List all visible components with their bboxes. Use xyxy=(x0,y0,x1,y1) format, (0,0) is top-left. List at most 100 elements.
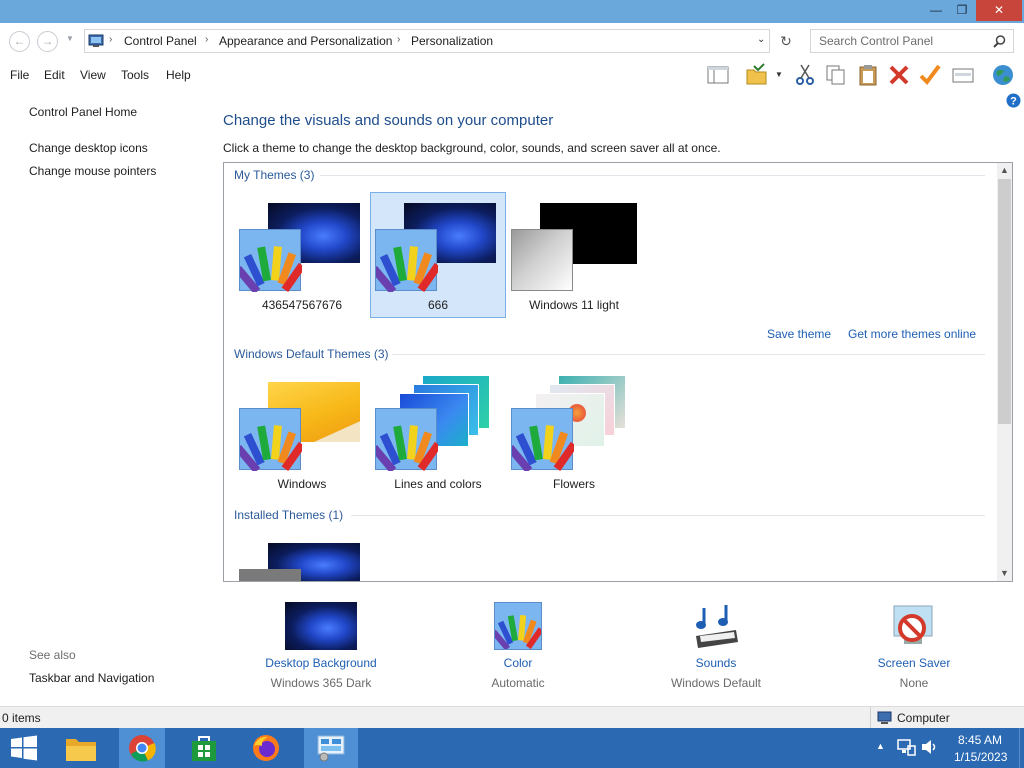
start-windows-icon[interactable] xyxy=(10,735,38,761)
globe-icon[interactable] xyxy=(990,62,1016,88)
desktop-background-label[interactable]: Desktop Background xyxy=(246,656,396,670)
taskbar-firefox[interactable] xyxy=(243,728,289,768)
theme-tile-lines-and-colors[interactable]: Lines and colors xyxy=(370,371,506,497)
search-placeholder: Search Control Panel xyxy=(819,34,934,48)
menu-tools[interactable]: Tools xyxy=(121,68,149,82)
checkmark-icon[interactable] xyxy=(917,62,943,88)
help-icon[interactable]: ? xyxy=(1006,93,1021,108)
minimize-button[interactable]: — xyxy=(922,0,950,21)
breadcrumb-appearance[interactable]: Appearance and Personalization xyxy=(219,34,392,48)
computer-icon xyxy=(877,711,892,724)
default-themes-heading: Windows Default Themes (3) xyxy=(234,347,389,361)
theme-name: 436547567676 xyxy=(261,298,343,312)
svg-text:?: ? xyxy=(1010,96,1017,108)
menu-file[interactable]: File xyxy=(10,68,29,82)
address-dropdown-icon[interactable]: ⌄ xyxy=(757,34,765,45)
color-palette-icon xyxy=(370,408,442,474)
clock-time[interactable]: 8:45 AM xyxy=(958,733,1002,747)
screen-saver-label[interactable]: Screen Saver xyxy=(839,656,989,670)
theme-tile-flowers[interactable]: Flowers xyxy=(506,371,642,497)
restore-icon: ❐ xyxy=(956,3,968,17)
theme-list[interactable]: My Themes (3) 436547567676 666 Windows 1… xyxy=(223,162,1013,582)
volume-icon[interactable] xyxy=(920,738,940,756)
color-palette-icon xyxy=(234,408,306,474)
close-button[interactable]: ✕ xyxy=(976,0,1022,21)
taskbar-chrome[interactable] xyxy=(119,728,165,768)
address-bar[interactable]: › Control Panel › Appearance and Persona… xyxy=(84,29,770,53)
theme-tile-666[interactable]: 666 xyxy=(370,192,506,318)
my-themes-heading: My Themes (3) xyxy=(234,168,315,182)
color-setting[interactable]: Color Automatic xyxy=(443,600,593,690)
save-theme-link[interactable]: Save theme xyxy=(767,327,831,341)
scroll-down-icon[interactable]: ▼ xyxy=(1000,568,1009,578)
forward-button[interactable]: → xyxy=(37,31,58,52)
taskbar-store[interactable] xyxy=(181,728,227,768)
control-panel-home-link[interactable]: Control Panel Home xyxy=(29,105,137,119)
color-swatch-partial xyxy=(239,569,301,581)
menu-help[interactable]: Help xyxy=(166,68,191,82)
color-palette-icon xyxy=(506,408,578,474)
folder-options-icon[interactable] xyxy=(744,62,770,88)
search-icon[interactable] xyxy=(993,35,1006,48)
clock-date[interactable]: 1/15/2023 xyxy=(954,750,1007,764)
paste-icon[interactable] xyxy=(855,62,881,88)
color-palette-icon xyxy=(370,229,442,295)
cut-icon[interactable] xyxy=(792,62,818,88)
installed-themes-heading: Installed Themes (1) xyxy=(234,508,344,522)
theme-tile-windows-11-light[interactable]: Windows 11 light xyxy=(506,192,642,318)
color-palette-icon xyxy=(234,229,306,295)
layout-pane-icon[interactable] xyxy=(705,62,731,88)
sounds-label[interactable]: Sounds xyxy=(641,656,791,670)
scroll-up-icon[interactable]: ▲ xyxy=(1000,165,1009,175)
theme-name: Lines and colors xyxy=(394,477,482,491)
color-icon xyxy=(491,602,544,651)
screen-saver-setting[interactable]: Screen Saver None xyxy=(839,600,989,690)
taskbar-file-explorer[interactable] xyxy=(58,728,104,768)
theme-tile-windows[interactable]: Windows xyxy=(234,371,370,497)
refresh-button[interactable]: ↻ xyxy=(776,33,796,51)
minimize-icon: — xyxy=(930,3,942,17)
close-icon: ✕ xyxy=(993,3,1005,17)
change-desktop-icons-link[interactable]: Change desktop icons xyxy=(29,141,148,155)
folder-icon xyxy=(66,739,96,761)
menu-edit[interactable]: Edit xyxy=(44,68,65,82)
scrollbar-thumb[interactable] xyxy=(998,179,1011,424)
back-button[interactable]: ← xyxy=(9,31,30,52)
status-bar: 0 items Computer xyxy=(0,706,1024,728)
sounds-setting[interactable]: Sounds Windows Default xyxy=(641,600,791,690)
taskbar-control-panel[interactable] xyxy=(304,728,358,768)
search-input[interactable]: Search Control Panel xyxy=(810,29,1014,53)
color-label[interactable]: Color xyxy=(443,656,593,670)
menu-view[interactable]: View xyxy=(80,68,106,82)
folder-options-dropdown-icon[interactable]: ▼ xyxy=(775,70,783,79)
delete-icon[interactable] xyxy=(886,62,912,88)
group-divider xyxy=(392,354,985,355)
theme-name: Windows 11 light xyxy=(529,298,619,312)
desktop-background-setting[interactable]: Desktop Background Windows 365 Dark xyxy=(246,600,396,690)
theme-tile-436547567676[interactable]: 436547567676 xyxy=(234,192,370,318)
recent-pages-chevron-icon[interactable]: ▼ xyxy=(66,34,74,43)
theme-name: Windows xyxy=(277,477,327,491)
theme-name: 666 xyxy=(427,298,449,312)
status-location: Computer xyxy=(897,711,950,725)
breadcrumb-control-panel[interactable]: Control Panel xyxy=(124,34,197,48)
sounds-icon xyxy=(696,605,738,648)
store-icon xyxy=(192,736,216,761)
properties-icon[interactable] xyxy=(950,62,976,88)
taskbar-navigation-link[interactable]: Taskbar and Navigation xyxy=(29,671,154,685)
breadcrumb-personalization[interactable]: Personalization xyxy=(411,34,493,48)
see-also-heading: See also xyxy=(29,648,76,662)
color-value: Automatic xyxy=(491,676,545,690)
network-icon[interactable] xyxy=(896,738,916,756)
show-desktop-button[interactable] xyxy=(1019,728,1024,768)
show-hidden-icons-icon[interactable]: ▲ xyxy=(876,741,885,751)
control-panel-taskbar-icon xyxy=(317,735,345,762)
group-divider xyxy=(320,175,985,176)
screen-saver-value: None xyxy=(899,676,929,690)
restore-button[interactable]: ❐ xyxy=(948,0,976,21)
copy-icon[interactable] xyxy=(823,62,849,88)
change-mouse-pointers-link[interactable]: Change mouse pointers xyxy=(29,164,156,178)
theme-tile-installed[interactable] xyxy=(234,532,370,581)
desktop-background-value: Windows 365 Dark xyxy=(270,676,372,690)
get-more-themes-link[interactable]: Get more themes online xyxy=(848,327,976,341)
